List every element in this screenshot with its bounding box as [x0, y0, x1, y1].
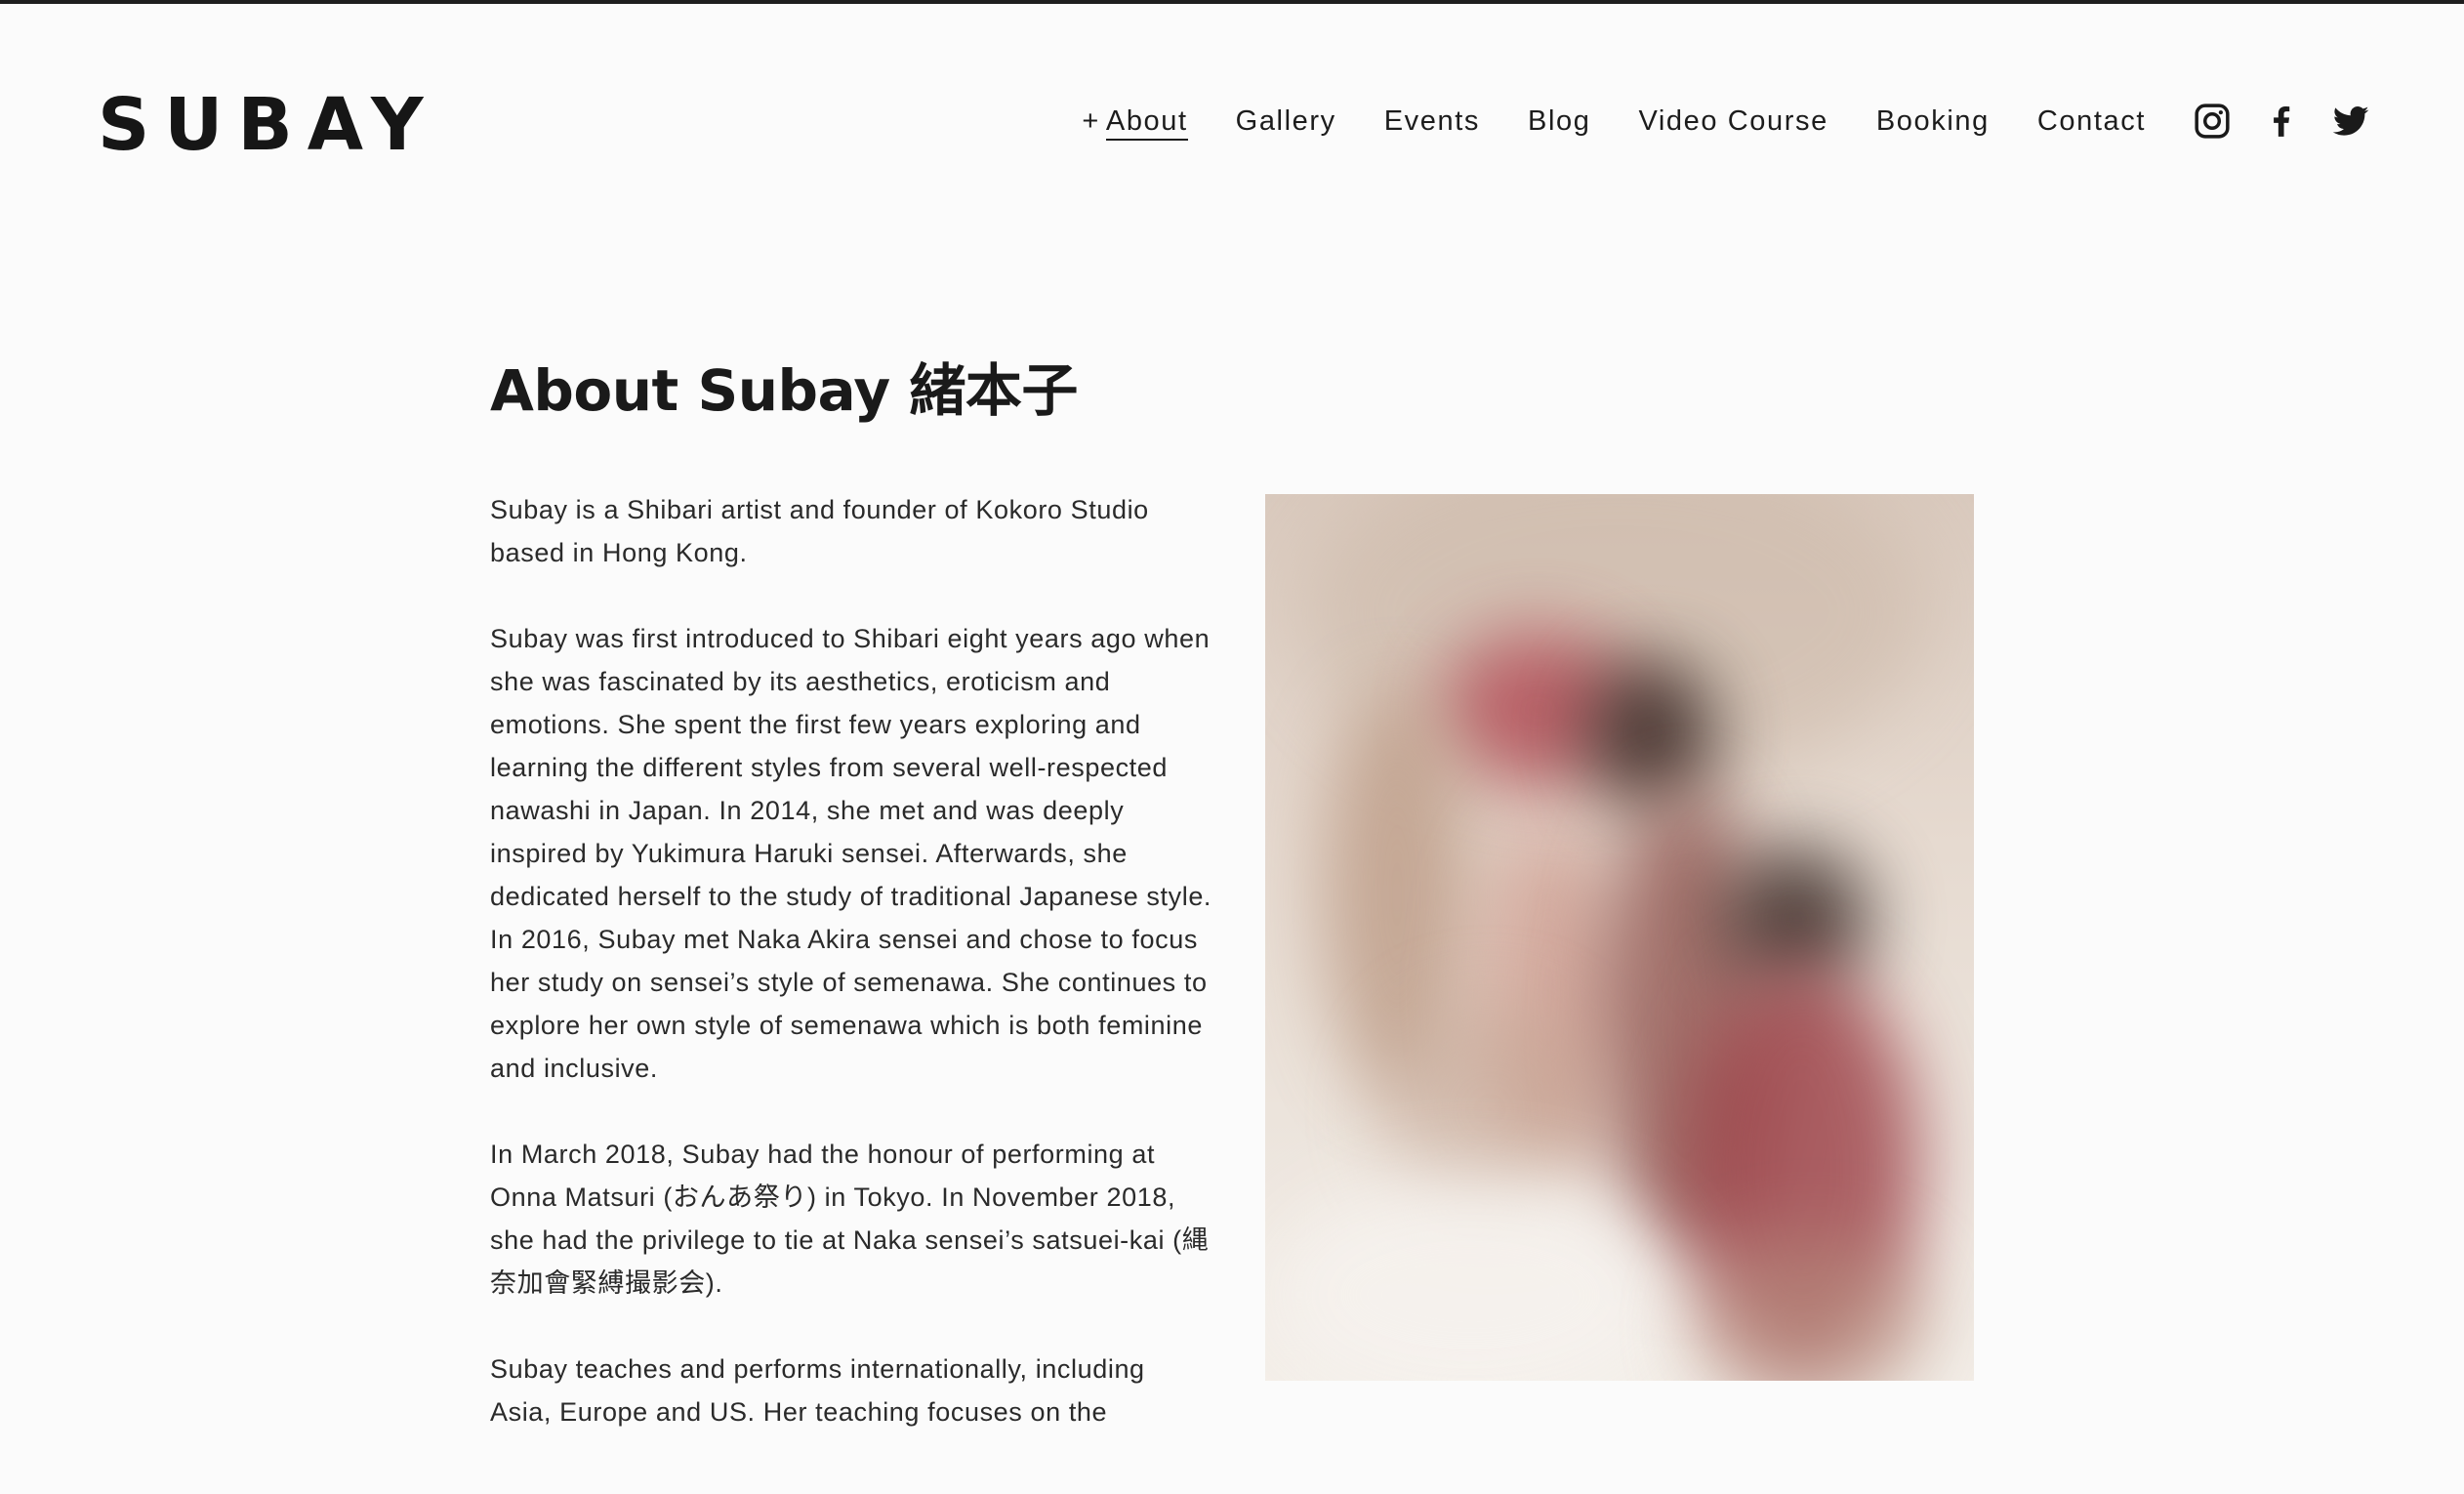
facebook-icon[interactable]: [2262, 102, 2301, 141]
nav-item-events[interactable]: Events: [1384, 102, 1480, 141]
about-text: Subay is a Shibari artist and founder of…: [490, 488, 1212, 1476]
nav-active-prefix: +: [1082, 105, 1100, 137]
about-paragraph: Subay teaches and performs international…: [490, 1354, 1145, 1427]
instagram-icon[interactable]: [2193, 102, 2232, 141]
twitter-icon[interactable]: [2331, 102, 2370, 141]
about-paragraph: Subay was first introduced to Shibari ei…: [490, 624, 1212, 1083]
about-section: About Subay 緒本子 Subay is a Shibari artis…: [490, 352, 1974, 1427]
nav-item-label: About: [1105, 105, 1188, 141]
site-header: SUBAY + About Gallery Events Blog Video C…: [0, 4, 2464, 238]
nav-item-blog[interactable]: Blog: [1528, 102, 1590, 141]
nav-item-gallery[interactable]: Gallery: [1236, 102, 1336, 141]
about-paragraph: Subay is a Shibari artist and founder of…: [490, 495, 1149, 567]
social-links: [2193, 102, 2370, 141]
nav-item-contact[interactable]: Contact: [2037, 102, 2146, 141]
site-logo[interactable]: SUBAY: [98, 82, 438, 168]
nav-item-about[interactable]: + About: [1082, 102, 1188, 141]
main-nav: + About Gallery Events Blog Video Course …: [1082, 102, 2370, 141]
about-paragraph: In March 2018, Subay had the honour of p…: [490, 1140, 1210, 1298]
nav-item-booking[interactable]: Booking: [1876, 102, 1990, 141]
profile-photo: [1265, 494, 1974, 1381]
page-title: About Subay 緒本子: [490, 357, 1078, 424]
nav-item-video-course[interactable]: Video Course: [1638, 102, 1827, 141]
